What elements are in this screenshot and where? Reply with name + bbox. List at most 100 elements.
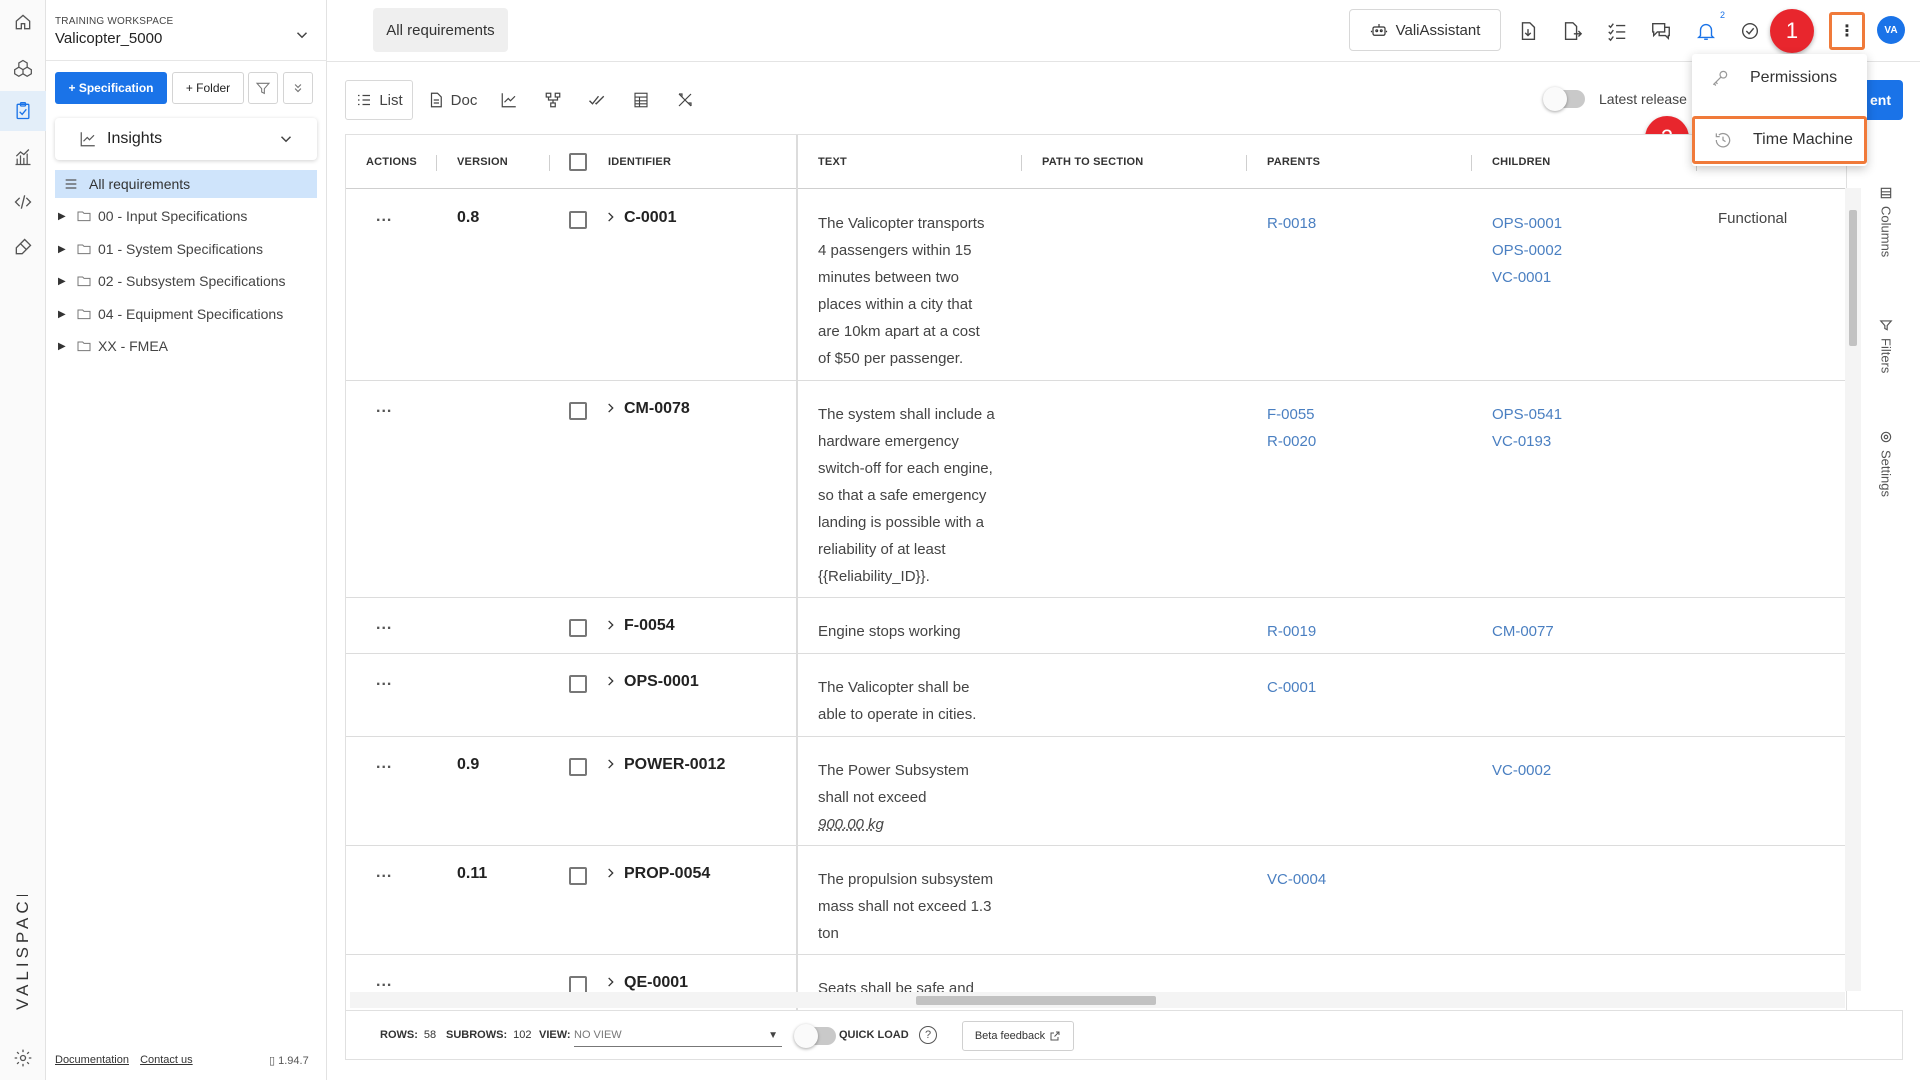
- workspace-name[interactable]: Valicopter_5000: [55, 30, 162, 47]
- quick-load-toggle[interactable]: [794, 1024, 836, 1048]
- column-resizer[interactable]: [549, 155, 550, 171]
- row-identifier[interactable]: POWER-0012: [624, 756, 725, 774]
- chevron-right-icon[interactable]: [604, 399, 618, 417]
- column-resizer[interactable]: [436, 155, 437, 171]
- gear-icon[interactable]: [0, 1038, 46, 1078]
- table-view-button[interactable]: [623, 80, 659, 120]
- vertical-scrollbar[interactable]: [1845, 188, 1861, 991]
- bell-icon[interactable]: [1695, 20, 1717, 42]
- row-identifier[interactable]: C-0001: [624, 209, 676, 227]
- toggle-switch[interactable]: [1543, 87, 1585, 111]
- chevron-right-icon[interactable]: [604, 616, 618, 634]
- parent-link[interactable]: R-0019: [1267, 618, 1316, 645]
- columns-panel-tab[interactable]: Columns: [1874, 186, 1898, 257]
- contact-link[interactable]: Contact us: [140, 1054, 193, 1066]
- parent-link[interactable]: R-0020: [1267, 428, 1316, 455]
- sidebar-item-all-requirements[interactable]: All requirements: [55, 170, 317, 198]
- parent-link[interactable]: F-0055: [1267, 401, 1316, 428]
- column-resizer[interactable]: [1246, 155, 1247, 171]
- row-identifier[interactable]: QE-0001: [624, 974, 688, 992]
- add-specification-button[interactable]: + Specification: [55, 72, 167, 104]
- parent-link[interactable]: VC-0004: [1267, 866, 1326, 893]
- tools-view-button[interactable]: [667, 80, 703, 120]
- filter-button[interactable]: [248, 72, 278, 104]
- table-row[interactable]: ... CM-0078 The system shall include a h…: [346, 381, 1846, 598]
- row-checkbox[interactable]: [569, 758, 587, 776]
- table-row[interactable]: ... OPS-0001 The Valicopter shall be abl…: [346, 654, 1846, 737]
- tree-view-button[interactable]: [535, 80, 571, 120]
- doc-view-button[interactable]: Doc: [423, 80, 481, 120]
- row-text[interactable]: The Valicopter shall be able to operate …: [818, 674, 1013, 728]
- row-checkbox[interactable]: [569, 211, 587, 229]
- row-actions-menu[interactable]: ...: [376, 864, 392, 882]
- latest-release-toggle[interactable]: Latest release: [1543, 87, 1687, 111]
- more-options-button[interactable]: ⋮: [1829, 12, 1865, 50]
- table-row[interactable]: ... F-0054 Engine stops working R-0019 C…: [346, 598, 1846, 654]
- row-actions-menu[interactable]: ...: [376, 755, 392, 773]
- expand-triangle-icon[interactable]: ▶: [58, 276, 72, 287]
- column-header-version[interactable]: VERSION: [457, 135, 508, 189]
- row-actions-menu[interactable]: ...: [376, 973, 392, 991]
- child-link[interactable]: VC-0001: [1492, 264, 1562, 291]
- row-text[interactable]: The propulsion subsystem mass shall not …: [818, 866, 1013, 947]
- settings-panel-tab[interactable]: Settings: [1874, 430, 1898, 497]
- add-folder-button[interactable]: + Folder: [172, 72, 244, 104]
- column-header-children[interactable]: CHILDREN: [1492, 135, 1550, 189]
- select-all-checkbox[interactable]: [569, 135, 587, 189]
- tree-folder-04[interactable]: ▶ 04 - Equipment Specifications: [58, 302, 283, 326]
- verification-view-button[interactable]: [579, 80, 615, 120]
- menu-item-permissions[interactable]: Permissions: [1692, 54, 1867, 102]
- chat-icon[interactable]: [1650, 20, 1672, 42]
- chevron-down-icon[interactable]: [293, 26, 311, 44]
- row-text[interactable]: The Valicopter transports 4 passengers w…: [818, 210, 1013, 372]
- child-link[interactable]: VC-0193: [1492, 428, 1562, 455]
- row-actions-menu[interactable]: ...: [376, 672, 392, 690]
- tests-icon[interactable]: [0, 227, 46, 267]
- tree-folder-01[interactable]: ▶ 01 - System Specifications: [58, 237, 263, 261]
- requirements-icon[interactable]: [0, 91, 46, 131]
- row-text[interactable]: The Power Subsystem shall not exceed 900…: [818, 757, 1013, 838]
- row-actions-menu[interactable]: ...: [376, 399, 392, 417]
- export-icon[interactable]: [1561, 20, 1583, 42]
- row-actions-menu[interactable]: ...: [376, 616, 392, 634]
- column-header-text[interactable]: TEXT: [818, 135, 847, 189]
- parent-link[interactable]: R-0018: [1267, 210, 1316, 237]
- approval-icon[interactable]: [1739, 20, 1761, 42]
- row-identifier[interactable]: CM-0078: [624, 400, 690, 418]
- column-resizer[interactable]: [1471, 155, 1472, 171]
- row-checkbox[interactable]: [569, 675, 587, 693]
- column-resizer[interactable]: [1021, 155, 1022, 171]
- help-icon[interactable]: ?: [919, 1026, 937, 1044]
- expand-triangle-icon[interactable]: ▶: [58, 309, 72, 320]
- row-identifier[interactable]: PROP-0054: [624, 865, 710, 883]
- valiassistant-button[interactable]: ValiAssistant: [1349, 9, 1501, 51]
- tree-folder-xx[interactable]: ▶ XX - FMEA: [58, 334, 168, 358]
- tree-folder-00[interactable]: ▶ 00 - Input Specifications: [58, 204, 247, 228]
- expand-triangle-icon[interactable]: ▶: [58, 211, 72, 222]
- documentation-link[interactable]: Documentation: [55, 1054, 129, 1066]
- import-icon[interactable]: [1517, 20, 1539, 42]
- insights-panel-toggle[interactable]: Insights: [55, 118, 317, 160]
- column-header-actions[interactable]: ACTIONS: [366, 135, 417, 189]
- home-icon[interactable]: [0, 2, 46, 42]
- column-header-parents[interactable]: PARENTS: [1267, 135, 1320, 189]
- child-link[interactable]: OPS-0541: [1492, 401, 1562, 428]
- column-header-path[interactable]: PATH TO SECTION: [1042, 135, 1143, 189]
- row-text[interactable]: Engine stops working: [818, 618, 1013, 645]
- view-select[interactable]: NO VIEW ▼: [574, 1025, 782, 1047]
- row-checkbox[interactable]: [569, 867, 587, 885]
- chevron-right-icon[interactable]: [604, 208, 618, 226]
- parent-link[interactable]: C-0001: [1267, 674, 1316, 701]
- chevron-right-icon[interactable]: [604, 672, 618, 690]
- child-link[interactable]: VC-0002: [1492, 757, 1551, 784]
- row-text[interactable]: The system shall include a hardware emer…: [818, 401, 1013, 590]
- table-row[interactable]: ... 0.11 PROP-0054 The propulsion subsys…: [346, 846, 1846, 955]
- child-link[interactable]: OPS-0002: [1492, 237, 1562, 264]
- list-view-button[interactable]: List: [345, 80, 413, 120]
- chart-view-button[interactable]: [491, 80, 527, 120]
- avatar[interactable]: VA: [1877, 16, 1905, 44]
- beta-feedback-button[interactable]: Beta feedback: [962, 1021, 1074, 1051]
- scrollbar-thumb[interactable]: [1849, 210, 1857, 346]
- row-identifier[interactable]: F-0054: [624, 617, 675, 635]
- scrollbar-thumb[interactable]: [916, 996, 1156, 1005]
